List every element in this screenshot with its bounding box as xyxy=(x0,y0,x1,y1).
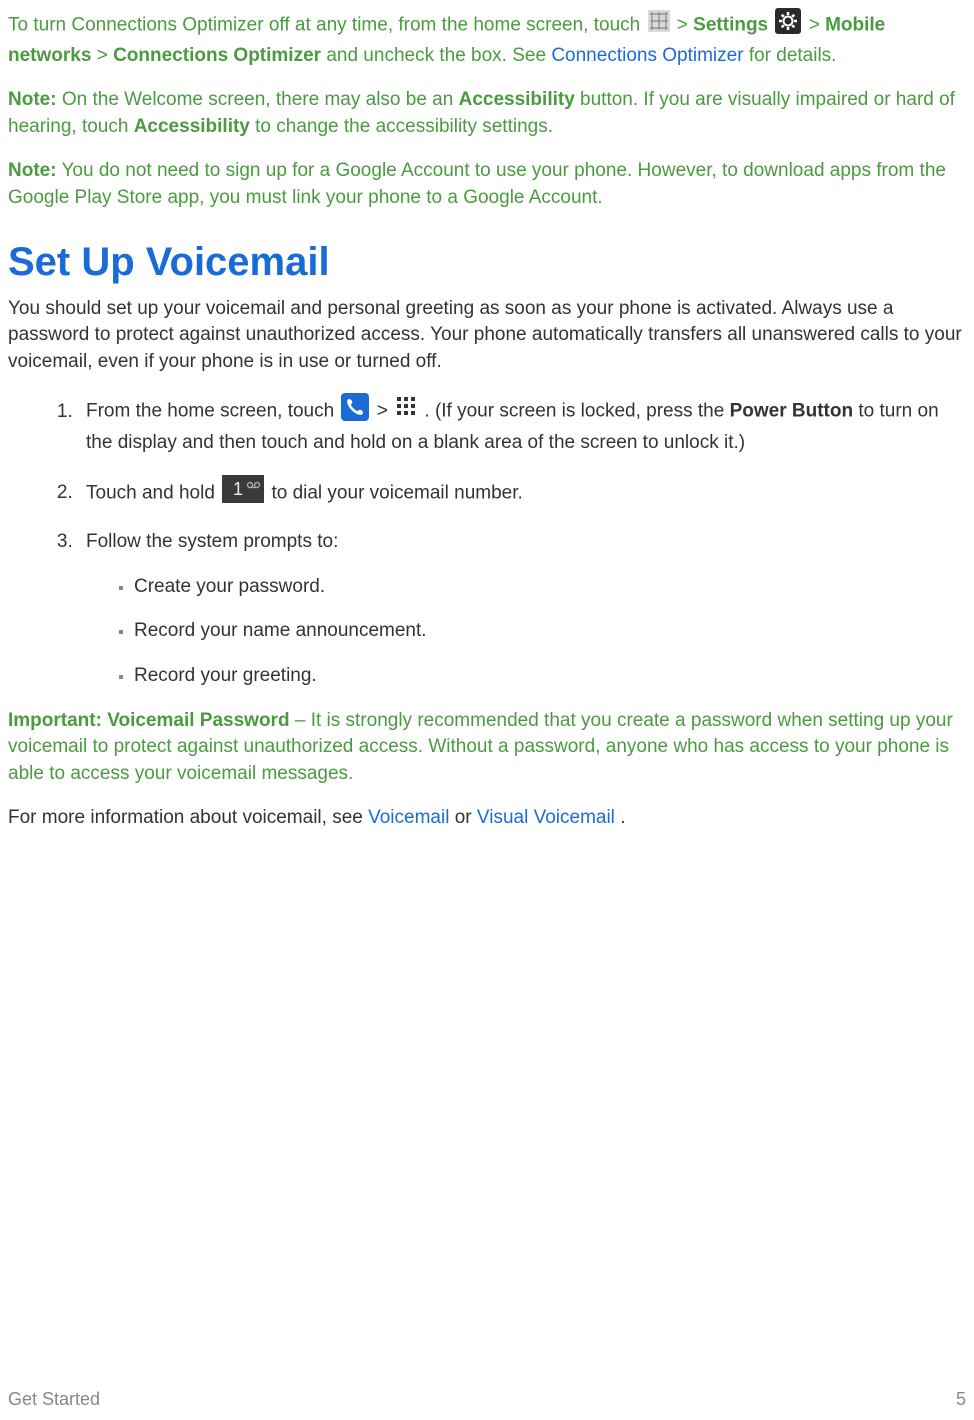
important-voicemail-password: Important: Voicemail Password – It is st… xyxy=(8,708,966,788)
accessibility-bold: Accessibility xyxy=(134,116,250,137)
voicemail-steps: From the home screen, touch > . (If your… xyxy=(8,393,966,689)
text: and uncheck the box. See xyxy=(326,45,551,66)
bullet-record-name: Record your name announcement. xyxy=(134,618,966,645)
separator: > xyxy=(377,401,393,422)
connections-optimizer-paragraph: To turn Connections Optimizer off at any… xyxy=(8,8,966,69)
phone-app-icon xyxy=(341,393,369,430)
note-label: Note: xyxy=(8,160,57,181)
text: For more information about voicemail, se… xyxy=(8,807,368,828)
voicemail-intro: You should set up your voicemail and per… xyxy=(8,296,966,376)
text: Touch and hold xyxy=(86,482,220,503)
text: Follow the system prompts to: xyxy=(86,531,338,552)
visual-voicemail-link[interactable]: Visual Voicemail xyxy=(477,807,615,828)
important-label: Important: xyxy=(8,710,102,731)
text: You do not need to sign up for a Google … xyxy=(8,160,946,208)
voicemail-password-bold: Voicemail Password xyxy=(107,710,289,731)
voicemail-link[interactable]: Voicemail xyxy=(368,807,449,828)
power-button-bold: Power Button xyxy=(730,401,854,422)
settings-label: Settings xyxy=(693,14,768,35)
text: . xyxy=(620,807,625,828)
separator: > xyxy=(809,14,825,35)
footer-section-title: Get Started xyxy=(8,1387,100,1412)
settings-gear-icon xyxy=(775,8,801,43)
step-3: Follow the system prompts to: Create you… xyxy=(78,529,966,689)
google-account-note: Note: You do not need to sign up for a G… xyxy=(8,158,966,211)
connections-optimizer-link[interactable]: Connections Optimizer xyxy=(551,45,743,66)
bullet-record-greeting: Record your greeting. xyxy=(134,663,966,690)
dialpad-icon xyxy=(395,396,417,427)
text: for details. xyxy=(749,45,837,66)
apps-grid-icon xyxy=(648,10,670,41)
note-label: Note: xyxy=(8,89,57,110)
text: On the Welcome screen, there may also be… xyxy=(62,89,459,110)
text: to dial your voicemail number. xyxy=(271,482,522,503)
separator: > xyxy=(677,14,693,35)
text: or xyxy=(455,807,477,828)
separator: > xyxy=(97,45,113,66)
text: From the home screen, touch xyxy=(86,401,339,422)
accessibility-bold: Accessibility xyxy=(459,89,575,110)
connections-optimizer-label: Connections Optimizer xyxy=(113,45,321,66)
page-footer: Get Started 5 xyxy=(8,1387,966,1412)
step-3-bullets: Create your password. Record your name a… xyxy=(86,574,966,690)
text: To turn Connections Optimizer off at any… xyxy=(8,14,646,35)
step-2: Touch and hold 1 to dial your voicemail … xyxy=(78,475,966,512)
accessibility-note: Note: On the Welcome screen, there may a… xyxy=(8,87,966,140)
footer-page-number: 5 xyxy=(956,1387,966,1412)
voicemail-key-1-icon: 1 xyxy=(222,475,264,512)
bullet-create-password: Create your password. xyxy=(134,574,966,601)
step-1: From the home screen, touch > . (If your… xyxy=(78,393,966,456)
text: . (If your screen is locked, press the xyxy=(424,401,729,422)
text: to change the accessibility settings. xyxy=(255,116,553,137)
more-info-voicemail: For more information about voicemail, se… xyxy=(8,805,966,832)
heading-set-up-voicemail: Set Up Voicemail xyxy=(8,234,966,290)
svg-text:1: 1 xyxy=(233,479,243,499)
